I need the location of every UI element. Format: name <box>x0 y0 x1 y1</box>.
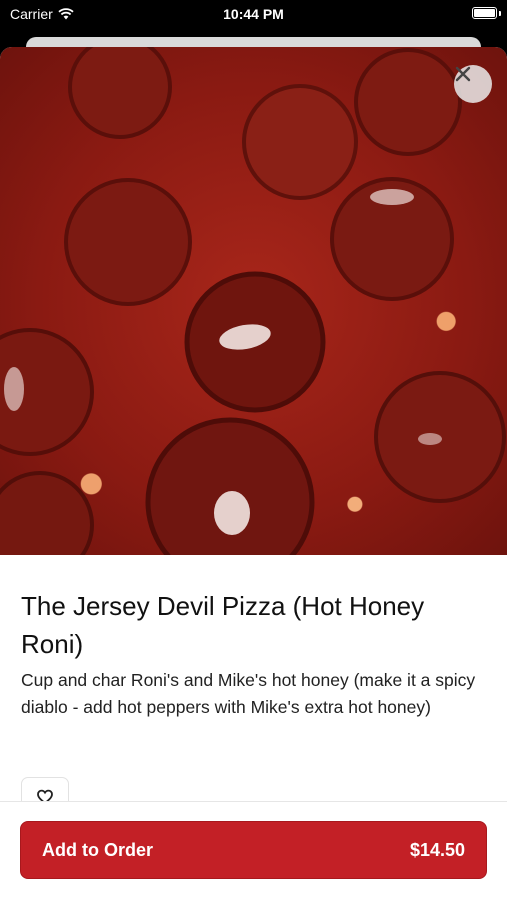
item-price: $14.50 <box>409 839 465 860</box>
add-to-order-label: Add to Order <box>42 839 153 860</box>
status-time: 10:44 PM <box>223 6 284 22</box>
order-footer: Add to Order $14.50 <box>0 801 507 900</box>
close-icon <box>455 66 471 82</box>
status-bar: Carrier 10:44 PM <box>0 0 507 28</box>
pepperoni-cups <box>0 47 506 555</box>
close-button[interactable] <box>454 65 492 103</box>
item-detail-sheet: The Jersey Devil Pizza (Hot Honey Roni) … <box>0 47 507 900</box>
add-to-order-button[interactable]: Add to Order $14.50 <box>20 821 487 879</box>
battery-nub <box>499 11 501 16</box>
item-description: Cup and char Roni's and Mike's hot honey… <box>21 670 476 717</box>
item-title: The Jersey Devil Pizza (Hot Honey Roni) <box>21 591 425 659</box>
pizza-illustration <box>0 47 506 555</box>
item-image <box>0 47 507 555</box>
battery-icon <box>472 7 497 19</box>
